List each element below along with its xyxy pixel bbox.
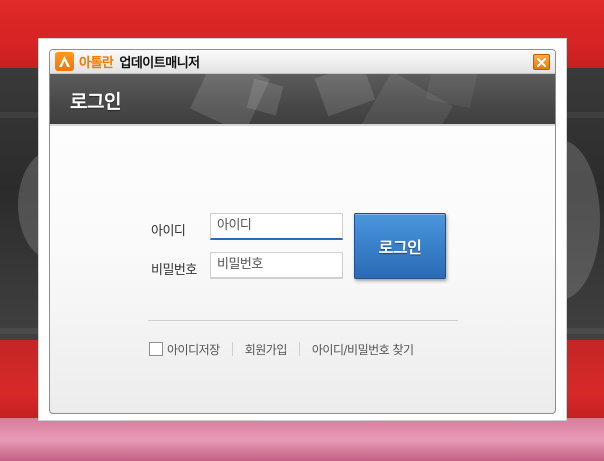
window-title: 업데이트매니저 (119, 56, 200, 71)
remember-id-checkbox[interactable] (149, 342, 163, 356)
brand-name: 아톨란 (79, 56, 114, 71)
dialog-frame: 아톨란 업데이트매니저 로그인 아이디 아이디 비밀번호 비밀번호 로그인 아이… (38, 38, 567, 421)
find-account-link[interactable]: 아이디/비밀번호 찾기 (312, 341, 414, 358)
remember-id-label[interactable]: 아이디저장 (167, 341, 220, 358)
login-button[interactable]: 로그인 (354, 213, 446, 279)
password-label: 비밀번호 (151, 263, 197, 278)
logo-icon (55, 52, 74, 71)
banner-decoration (314, 74, 376, 117)
banner-title: 로그인 (70, 91, 121, 113)
password-input[interactable]: 비밀번호 (210, 252, 343, 279)
banner-divider (50, 124, 555, 126)
link-separator (231, 342, 233, 356)
id-input[interactable]: 아이디 (210, 213, 343, 240)
close-icon (537, 57, 546, 67)
close-button[interactable] (533, 54, 550, 70)
signup-link[interactable]: 회원가입 (245, 341, 288, 358)
link-separator (298, 342, 300, 356)
login-button-label: 로그인 (378, 238, 422, 257)
title-bar[interactable]: 아톨란 업데이트매니저 (50, 50, 555, 74)
id-label: 아이디 (151, 224, 186, 239)
background-pink-band (0, 418, 604, 461)
footer-links: 아이디저장 회원가입 아이디/비밀번호 찾기 (149, 340, 414, 358)
login-window: 아톨란 업데이트매니저 로그인 아이디 아이디 비밀번호 비밀번호 로그인 아이… (49, 49, 556, 414)
footer-divider (148, 320, 458, 321)
header-banner: 로그인 (50, 74, 555, 124)
